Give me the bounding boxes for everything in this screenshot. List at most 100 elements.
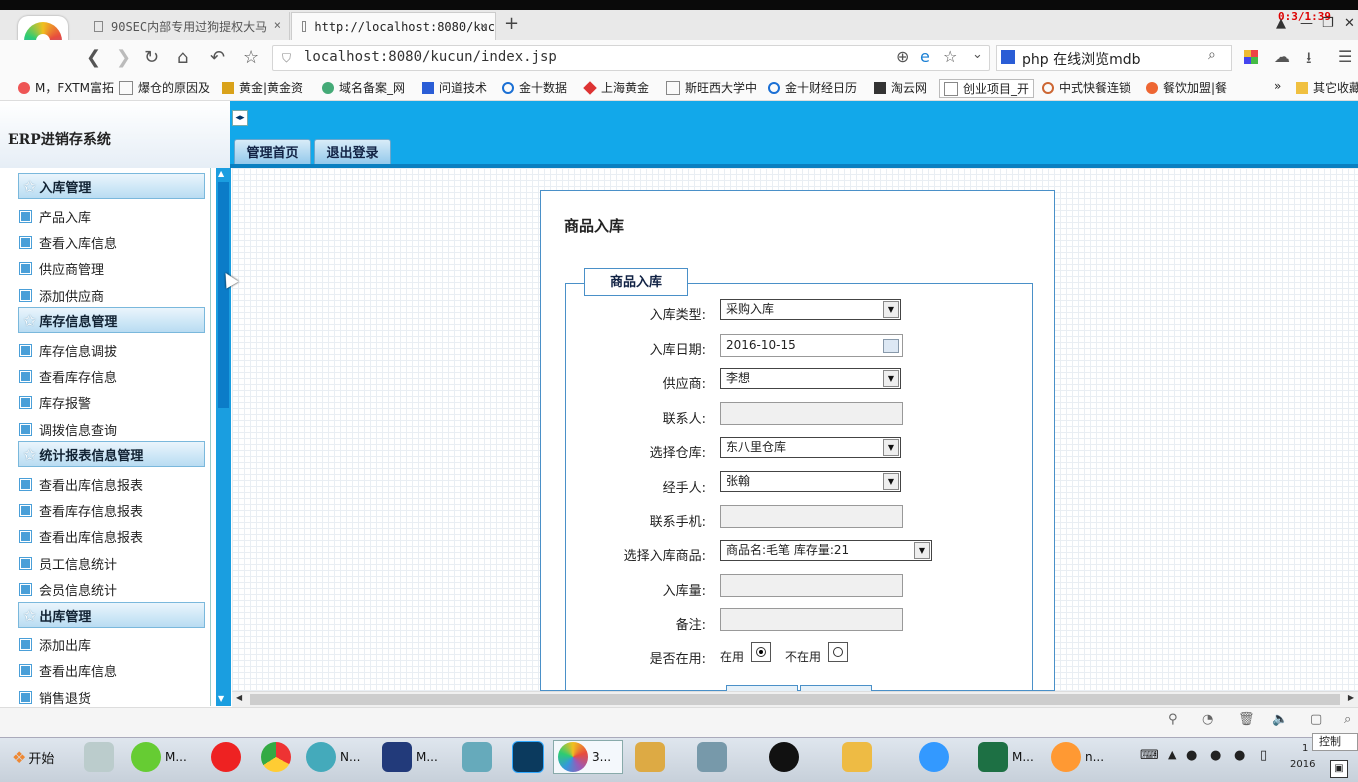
active-no-radio[interactable] — [828, 642, 848, 662]
sidebar-item-view-inventory[interactable]: 查看库存信息 — [19, 367, 117, 386]
ie-mode-icon[interactable]: e — [920, 47, 930, 66]
supplier-select[interactable]: 李想 ▼ — [720, 368, 901, 389]
scroll-up-icon[interactable]: ▲ — [218, 169, 224, 178]
trash-icon[interactable]: 🗑 — [1238, 712, 1255, 727]
section-reports[interactable]: ✩ 统计报表信息管理 — [18, 441, 205, 467]
apps-icon[interactable] — [1244, 50, 1258, 64]
bookmark-item[interactable]: 域名备案_网 — [322, 79, 405, 96]
horizontal-scrollbar[interactable]: ◀ ▶ — [232, 691, 1358, 708]
back-icon[interactable]: ❮ — [86, 47, 101, 68]
pin-icon[interactable]: ▲ — [1276, 16, 1286, 31]
search-input[interactable]: php 在线浏览mdb — [1022, 49, 1141, 69]
bookmark-item[interactable]: M，FXTM富拓 — [18, 79, 114, 96]
bookmark-item[interactable]: 斯旺西大学中 — [666, 79, 757, 96]
product-select[interactable]: 商品名:毛笔 库存量:21 ▼ — [720, 540, 932, 561]
device-icon[interactable]: ▯ — [1260, 748, 1267, 763]
home-icon[interactable]: ⌂ — [177, 47, 188, 68]
undo-icon[interactable]: ↶ — [210, 47, 225, 68]
warehouse-select[interactable]: 东八里仓库 ▼ — [720, 437, 901, 458]
speed-icon[interactable]: ◔ — [1202, 712, 1213, 727]
sidebar-toggle-icon[interactable]: ◂▸ — [232, 110, 248, 126]
chevron-down-icon[interactable]: ▼ — [883, 473, 899, 490]
scrollbar-thumb[interactable] — [218, 182, 229, 408]
sidebar-item-view-inbound[interactable]: 查看入库信息 — [19, 233, 117, 252]
contact-input[interactable] — [720, 402, 903, 425]
sidebar-item-inventory-alert[interactable]: 库存报警 — [19, 393, 91, 412]
chevron-down-icon[interactable]: ▼ — [883, 370, 899, 387]
taskbar-ie[interactable] — [919, 740, 953, 774]
scroll-right-icon[interactable]: ▶ — [1348, 693, 1354, 702]
taskbar-item-active[interactable]: 3... — [553, 740, 623, 774]
bookmark-item[interactable]: 金十财经日历 — [768, 79, 857, 96]
favorite-icon[interactable]: ☆ — [943, 47, 957, 66]
active-yes-radio[interactable] — [751, 642, 771, 662]
search-icon[interactable]: ⌕ — [1208, 47, 1216, 63]
tab-admin-home[interactable]: 管理首页 — [234, 139, 311, 166]
bookmark-item[interactable]: 问道技术 — [422, 79, 487, 96]
section-outbound[interactable]: ✩ 出库管理 — [18, 602, 205, 628]
taskbar-opera[interactable] — [211, 740, 245, 774]
scroll-down-icon[interactable]: ▼ — [218, 694, 224, 703]
handler-select[interactable]: 张翰 ▼ — [720, 471, 901, 492]
taskbar-item[interactable]: M... — [131, 740, 187, 774]
bookmark-item[interactable]: 上海黄金 — [583, 79, 649, 96]
taskbar-photoshop[interactable] — [512, 740, 548, 774]
sidebar-scrollbar[interactable]: ▲ ▼ — [216, 168, 231, 706]
tab-active[interactable]: http://localhost:8080/kuc × — [291, 12, 496, 40]
calendar-icon[interactable] — [883, 339, 899, 353]
taskbar-item[interactable]: N... — [306, 740, 360, 774]
download-icon[interactable]: ⭳ — [1306, 47, 1312, 74]
minimize-icon[interactable]: — — [1300, 16, 1313, 31]
volume-icon[interactable]: 🔈 — [1272, 712, 1288, 727]
cloud-icon[interactable]: ☁ — [1274, 47, 1290, 66]
sidebar-item-sales-return[interactable]: 销售退货 — [19, 688, 91, 707]
bookmark-item[interactable]: 餐饮加盟|餐 — [1146, 79, 1227, 96]
taskbar-item[interactable]: M... — [382, 740, 438, 774]
chevron-down-icon[interactable]: ▼ — [914, 542, 930, 559]
bookmark-item[interactable]: 创业项目_开 — [939, 79, 1035, 98]
section-inbound[interactable]: ✩ 入库管理 — [18, 173, 205, 199]
qq-tray-icon[interactable]: ● — [1234, 748, 1245, 763]
clock-date[interactable]: 2016 — [1290, 759, 1315, 770]
taskbar-item[interactable] — [635, 740, 669, 774]
quantity-input[interactable] — [720, 574, 903, 597]
section-inventory[interactable]: ✩ 库存信息管理 — [18, 307, 205, 333]
taskbar-computer[interactable] — [697, 740, 731, 774]
bookmark-item[interactable]: 爆仓的原因及 — [119, 79, 210, 96]
star-icon[interactable]: ☆ — [243, 47, 259, 68]
bookmark-item[interactable]: 黄金|黄金资 — [222, 79, 303, 96]
sidebar-item-add-outbound[interactable]: 添加出库 — [19, 635, 91, 654]
taskbar-chrome[interactable] — [261, 740, 295, 774]
keyboard-icon[interactable]: ⌨ — [1140, 748, 1159, 763]
close-icon[interactable]: × — [274, 18, 281, 32]
taskbar-network-icon[interactable] — [84, 740, 118, 774]
sidebar-item-transfer-query[interactable]: 调拨信息查询 — [19, 420, 117, 439]
bookmark-item[interactable]: 金十数据 — [502, 79, 567, 96]
sidebar-item-view-outbound[interactable]: 查看出库信息 — [19, 661, 117, 680]
start-button[interactable]: ❖ 开始 — [12, 740, 54, 774]
dropdown-icon[interactable]: ⌄ — [972, 47, 983, 62]
sidebar-item-outbound-report[interactable]: 查看出库信息报表 — [19, 475, 143, 494]
phone-input[interactable] — [720, 505, 903, 528]
pin-icon[interactable]: ⚲ — [1168, 712, 1178, 727]
close-icon[interactable]: × — [480, 19, 487, 33]
other-bookmarks-folder[interactable]: 其它收藏 — [1296, 79, 1358, 96]
taskbar-qq[interactable] — [769, 740, 803, 774]
sidebar-item-employee-stats[interactable]: 员工信息统计 — [19, 554, 117, 573]
close-window-icon[interactable]: ✕ — [1344, 16, 1355, 31]
bookmarks-overflow-button[interactable]: » — [1274, 79, 1281, 93]
window-icon[interactable]: ▢ — [1310, 712, 1322, 727]
control-button[interactable]: ▣ — [1330, 760, 1348, 778]
restore-icon[interactable]: ❐ — [1322, 16, 1334, 31]
scrollbar-thumb[interactable] — [250, 694, 1340, 705]
sidebar-item-member-stats[interactable]: 会员信息统计 — [19, 580, 117, 599]
taskbar-explorer[interactable] — [842, 740, 876, 774]
zoom-icon[interactable]: ⊕ — [896, 47, 909, 66]
sidebar-item-outbound-report-2[interactable]: 查看出库信息报表 — [19, 527, 143, 546]
taskbar-files[interactable] — [462, 740, 496, 774]
date-input[interactable]: 2016-10-15 — [720, 334, 903, 357]
sidebar-item-inventory-transfer[interactable]: 库存信息调拔 — [19, 341, 117, 360]
zoom-icon[interactable]: ⌕ — [1344, 712, 1351, 727]
qq-tray-icon[interactable]: ● — [1210, 748, 1221, 763]
scroll-left-icon[interactable]: ◀ — [236, 693, 242, 702]
